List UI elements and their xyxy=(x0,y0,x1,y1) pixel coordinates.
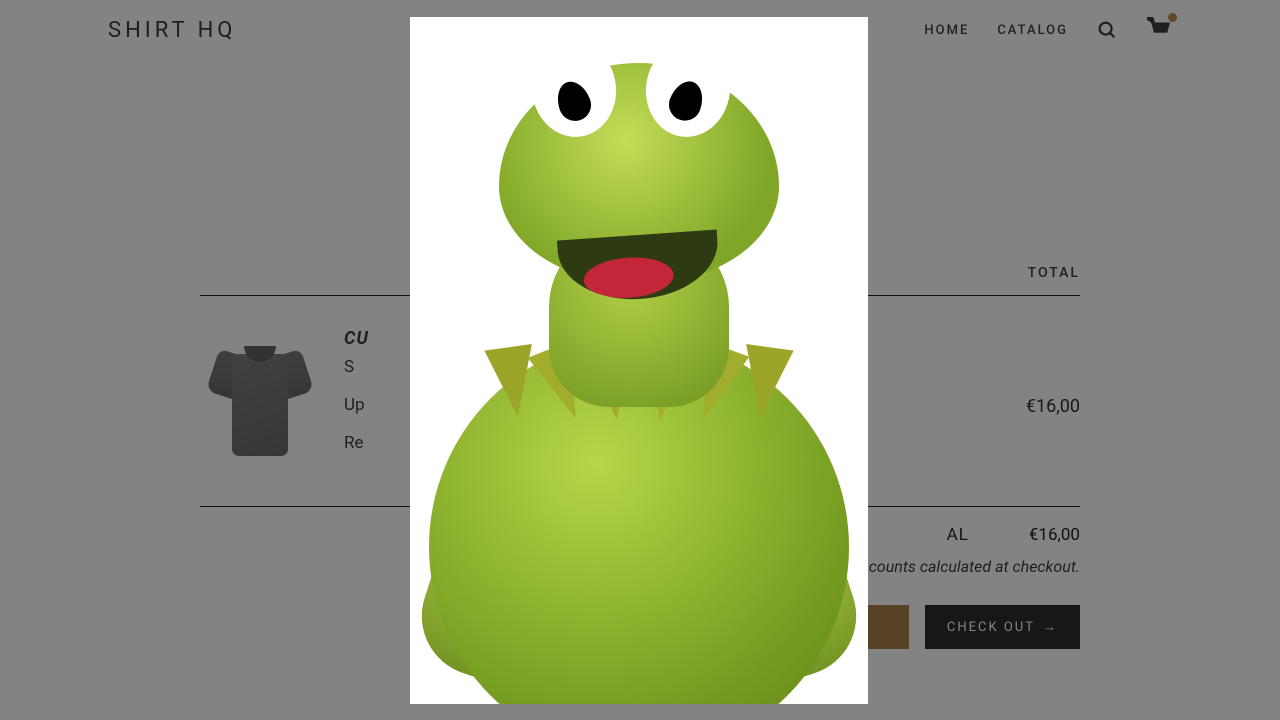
uploaded-image-preview xyxy=(410,17,868,704)
image-preview-modal[interactable] xyxy=(410,17,868,704)
